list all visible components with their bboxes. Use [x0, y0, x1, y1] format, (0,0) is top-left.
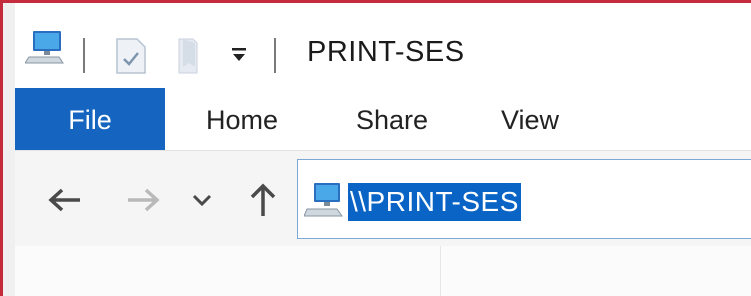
customize-dropdown-icon[interactable]	[230, 46, 248, 69]
title-bar: PRINT-SES	[15, 3, 751, 88]
up-arrow-icon	[249, 182, 277, 223]
new-folder-icon[interactable]	[175, 37, 205, 80]
recent-locations-chevron-icon	[191, 192, 213, 213]
address-bar[interactable]: \\PRINT-SES	[297, 159, 751, 239]
recent-locations-button[interactable]	[185, 177, 219, 227]
address-input[interactable]: \\PRINT-SES	[348, 183, 521, 221]
forward-button[interactable]	[121, 177, 165, 227]
content-area	[15, 246, 751, 296]
computer-icon[interactable]	[24, 29, 67, 72]
toolbar-separator	[83, 38, 85, 73]
title-separator	[274, 38, 276, 73]
tab-home[interactable]: Home	[187, 88, 297, 150]
tab-view[interactable]: View	[485, 88, 575, 150]
computer-icon	[303, 180, 346, 225]
ribbon-tabs: File Home Share View	[15, 88, 751, 151]
navigation-bar: \\PRINT-SES	[15, 151, 751, 246]
forward-arrow-icon	[125, 187, 161, 218]
properties-icon[interactable]	[115, 37, 147, 80]
back-button[interactable]	[43, 177, 87, 227]
up-button[interactable]	[241, 177, 285, 227]
back-arrow-icon	[47, 187, 83, 218]
tab-file[interactable]: File	[15, 88, 165, 150]
pane-divider[interactable]	[440, 246, 441, 296]
window-title: PRINT-SES	[307, 36, 465, 68]
tab-share[interactable]: Share	[342, 88, 442, 150]
window-frame-inner	[3, 3, 15, 296]
